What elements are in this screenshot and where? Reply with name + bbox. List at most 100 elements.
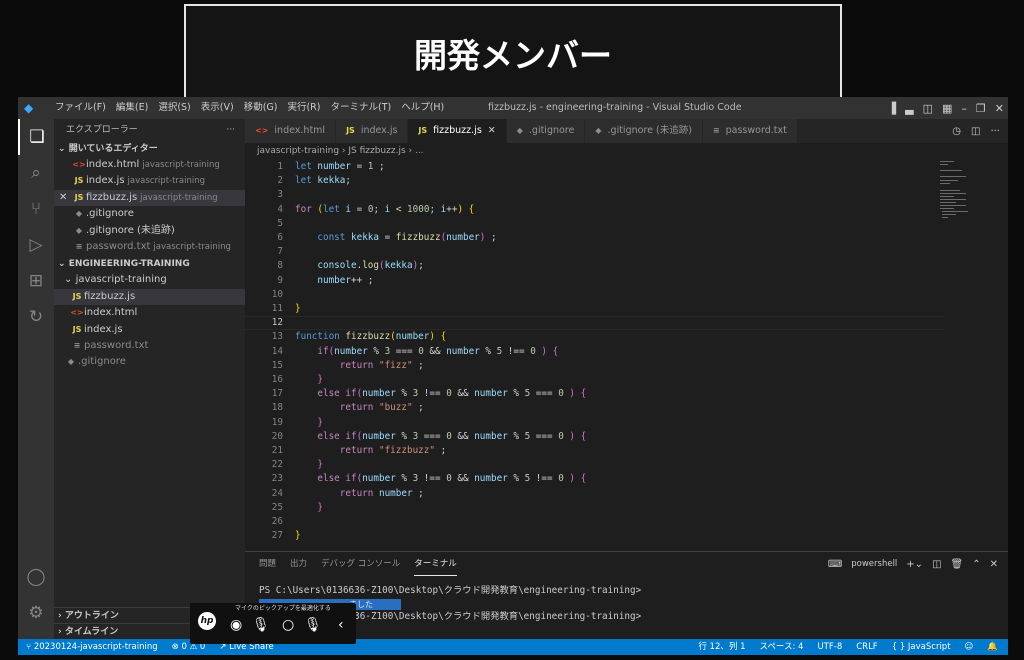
menu-item[interactable]: ターミナル(T) [325, 97, 396, 119]
close-panel-icon[interactable]: ✕ [990, 559, 998, 570]
code-line[interactable]: number++ ; [295, 275, 373, 286]
tab-index-js[interactable]: JS index.js [336, 119, 409, 143]
open-editor-item[interactable]: ✕ JS fizzbuzz.js javascript-training [54, 189, 245, 207]
menu-item[interactable]: 選択(S) [153, 97, 195, 119]
toggle-sidebar-icon[interactable]: ▐ [888, 102, 896, 115]
code-line[interactable]: } [295, 502, 323, 513]
file-item[interactable]: ≡ password.txt [54, 338, 245, 354]
feedback-icon[interactable]: ☺ [965, 639, 974, 655]
open-editors-section[interactable]: ⌄ 開いているエディター [54, 141, 245, 157]
menu-item[interactable]: 実行(R) [282, 97, 325, 119]
radio-selected-icon[interactable]: ◉ [230, 618, 242, 632]
menu-item[interactable]: ヘルプ(H) [396, 97, 449, 119]
open-editor-item[interactable]: ◆ .gitignore (未追跡) [54, 223, 245, 239]
split-editor-icon[interactable]: ◫ [923, 102, 933, 115]
code-line[interactable]: } [295, 303, 301, 314]
tab-index-html[interactable]: <> index.html [245, 119, 337, 143]
workspace-title: ENGINEERING-TRAINING [68, 259, 190, 270]
code-line[interactable]: else if(number % 3 !== 0 && number % 5 =… [295, 388, 586, 399]
close-tab-icon[interactable]: ✕ [488, 125, 496, 136]
code-line[interactable]: } [295, 417, 323, 428]
code-line[interactable]: const kekka = fizzbuzz(number) ; [295, 232, 496, 243]
notifications-bell-icon[interactable]: 🔔 [987, 639, 998, 655]
open-editor-item[interactable]: <>index.html javascript-training [54, 157, 245, 173]
code-editor[interactable]: 1 2 3 4 5 6 7 8 9 10 11 12 13 14 15 16 17 18 19 20 21 22 23 24 2… [245, 159, 945, 549]
panel-tab[interactable]: 出力 [290, 552, 307, 576]
code-line[interactable]: return "fizz" ; [295, 360, 424, 371]
window-controls: ▐ ▃ ◫ ▦ – ❐ ✕ [888, 97, 1004, 119]
account-icon[interactable]: ◯ [18, 559, 54, 595]
breadcrumb[interactable]: javascript-training › JS fizzbuzz.js › .… [245, 143, 424, 159]
menu-item[interactable]: 編集(E) [111, 97, 153, 119]
panel-tab[interactable]: デバッグ コンソール [321, 552, 400, 576]
folder-javascript-training[interactable]: ⌄ javascript-training [54, 272, 245, 288]
more-icon[interactable]: ··· [990, 126, 1000, 137]
code-line[interactable]: } [295, 530, 301, 541]
close-icon[interactable]: ✕ [59, 190, 67, 206]
file-item[interactable]: JS fizzbuzz.js [54, 288, 245, 306]
explorer-icon[interactable]: ❏ [18, 119, 54, 155]
file-gitignore-root[interactable]: ◆ .gitignore [54, 354, 245, 370]
code-line[interactable]: else if(number % 3 !== 0 && number % 5 !… [295, 473, 586, 484]
code-line[interactable]: let number = 1 ; [295, 161, 385, 172]
open-editor-item[interactable]: ≡ password.txt javascript-training [54, 239, 245, 255]
remote-icon[interactable]: ↻ [18, 299, 54, 335]
workspace-section[interactable]: ⌄ ENGINEERING-TRAINING [54, 256, 245, 272]
split-terminal-icon[interactable]: ◫ [932, 559, 941, 570]
code-line[interactable]: } [295, 459, 323, 470]
radio-icon[interactable]: ○ [282, 618, 294, 632]
open-editor-item[interactable]: JS index.js javascript-training [54, 173, 245, 189]
code-line[interactable]: return "buzz" ; [295, 402, 424, 413]
menu-item[interactable]: 移動(G) [239, 97, 283, 119]
code-line[interactable]: } [295, 374, 323, 385]
file-label: .gitignore [86, 208, 134, 220]
file-item[interactable]: <>index.html [54, 305, 245, 321]
code-line[interactable]: console.log(kekka); [295, 260, 423, 271]
history-icon[interactable]: ◷ [952, 126, 961, 137]
encoding[interactable]: UTF-8 [817, 639, 842, 655]
more-actions-icon[interactable]: ··· [226, 119, 235, 141]
line-number: 9 [277, 274, 283, 286]
tab-fizzbuzz-js[interactable]: JS fizzbuzz.js ✕ [408, 119, 507, 143]
panel-tab[interactable]: ターミナル [414, 552, 457, 576]
code-line[interactable]: else if(number % 3 === 0 && number % 5 =… [295, 431, 586, 442]
close-window-icon[interactable]: ✕ [995, 102, 1004, 115]
maximize-panel-icon[interactable]: ⌃ [972, 559, 980, 570]
tab--gitignore-[interactable]: ◆ .gitignore (未追跡) [585, 119, 703, 143]
menu-item[interactable]: ファイル(F) [50, 97, 111, 119]
file-item[interactable]: JS index.js [54, 322, 245, 338]
trash-icon[interactable]: 🗑 [951, 559, 964, 570]
run-debug-icon[interactable]: ▷ [18, 227, 54, 263]
tab--gitignore[interactable]: ◆ .gitignore [506, 119, 586, 143]
code-line[interactable]: for (let i = 0; i < 1000; i++) { [295, 204, 474, 215]
extensions-icon[interactable]: ⊞ [18, 263, 54, 299]
code-line[interactable]: return "fizzbuzz" ; [295, 445, 446, 456]
settings-gear-icon[interactable]: ⚙ [18, 595, 54, 631]
branch-status[interactable]: ⑂ 20230124-javascript-training [26, 639, 158, 655]
collapse-chevron-icon[interactable]: ‹ [338, 618, 344, 632]
code-line[interactable]: return number ; [295, 488, 424, 499]
panel-tab[interactable]: 問題 [259, 552, 276, 576]
microphone-area-icon[interactable]: 🎙 [304, 618, 322, 632]
microphone-icon[interactable]: 🎙 [252, 618, 270, 632]
minimap[interactable] [938, 159, 998, 239]
language-mode[interactable]: { } JavaScript [892, 639, 951, 655]
code-line[interactable]: function fizzbuzz(number) { [295, 331, 446, 342]
search-icon[interactable]: ⌕ [18, 155, 54, 191]
menu-item[interactable]: 表示(V) [196, 97, 239, 119]
source-control-icon[interactable]: ⑂ [18, 191, 54, 227]
minimize-icon[interactable]: – [961, 102, 967, 115]
open-editor-item[interactable]: ◆ .gitignore [54, 206, 245, 222]
terminal-shell-label[interactable]: powershell [851, 559, 897, 569]
end-of-line[interactable]: CRLF [856, 639, 877, 655]
code-line[interactable]: if(number % 3 === 0 && number % 5 !== 0 … [295, 346, 558, 357]
code-line[interactable]: let kekka; [295, 175, 351, 186]
indentation[interactable]: スペース: 4 [759, 639, 803, 655]
new-terminal-icon[interactable]: +⌄ [906, 559, 923, 570]
cursor-position[interactable]: 行 12、列 1 [698, 639, 745, 655]
layout-icon[interactable]: ▦ [942, 102, 952, 115]
tab-password-txt[interactable]: ≡ password.txt [702, 119, 798, 143]
split-icon[interactable]: ◫ [971, 126, 980, 137]
toggle-panel-icon[interactable]: ▃ [905, 102, 913, 115]
restore-icon[interactable]: ❐ [976, 102, 986, 115]
